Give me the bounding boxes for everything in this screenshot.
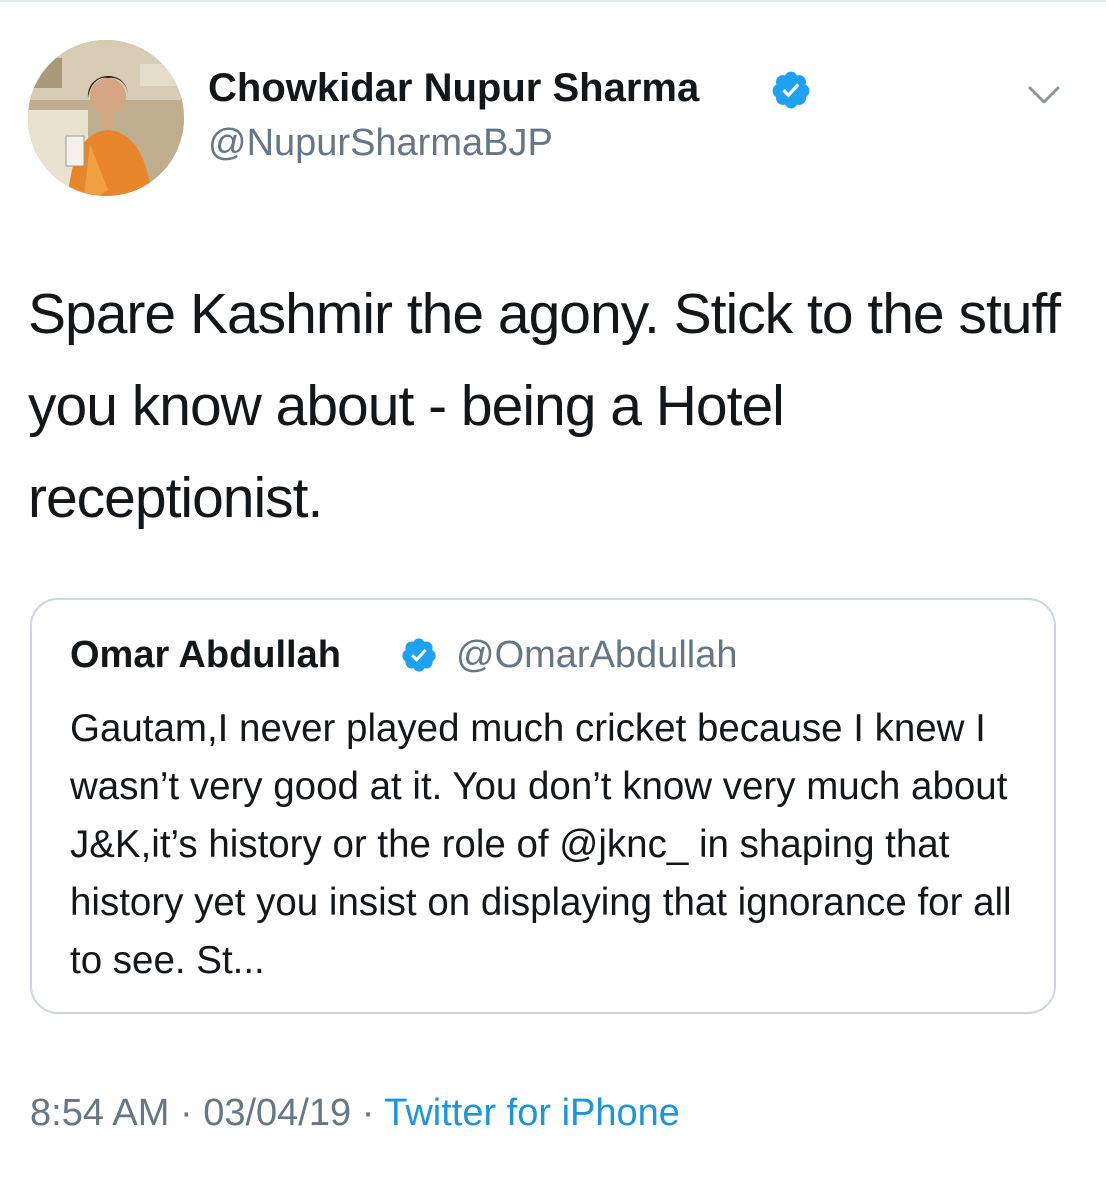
author-handle[interactable]: @NupurSharmaBJP — [208, 118, 553, 168]
quoted-author-display-name: Omar Abdullah — [70, 634, 341, 676]
avatar-image — [28, 40, 184, 196]
tweet-date[interactable]: 03/04/19 — [203, 1092, 351, 1134]
quoted-tweet-text: Gautam,I never played much cricket becau… — [70, 707, 1012, 982]
meta-separator: · — [361, 1092, 375, 1134]
author-display-name[interactable]: Chowkidar Nupur Sharma — [208, 62, 699, 114]
tweet-time[interactable]: 8:54 AM — [30, 1092, 169, 1134]
quoted-author-handle: @OmarAbdullah — [456, 634, 738, 676]
top-divider — [0, 0, 1106, 2]
tweet-metadata: 8:54 AM · 03/04/19 · Twitter for iPhone — [30, 1088, 680, 1138]
meta-separator: · — [179, 1092, 193, 1134]
chevron-down-icon[interactable] — [1024, 80, 1064, 110]
avatar[interactable] — [28, 40, 184, 196]
quoted-tweet-card[interactable]: Omar Abdullah @OmarAbdullah Gautam,I nev… — [30, 598, 1056, 1014]
verified-badge-icon — [402, 638, 436, 672]
tweet-text: Spare Kashmir the agony. Stick to the st… — [28, 282, 1061, 530]
tweet-source-link[interactable]: Twitter for iPhone — [384, 1092, 680, 1134]
verified-badge-icon — [772, 71, 810, 109]
